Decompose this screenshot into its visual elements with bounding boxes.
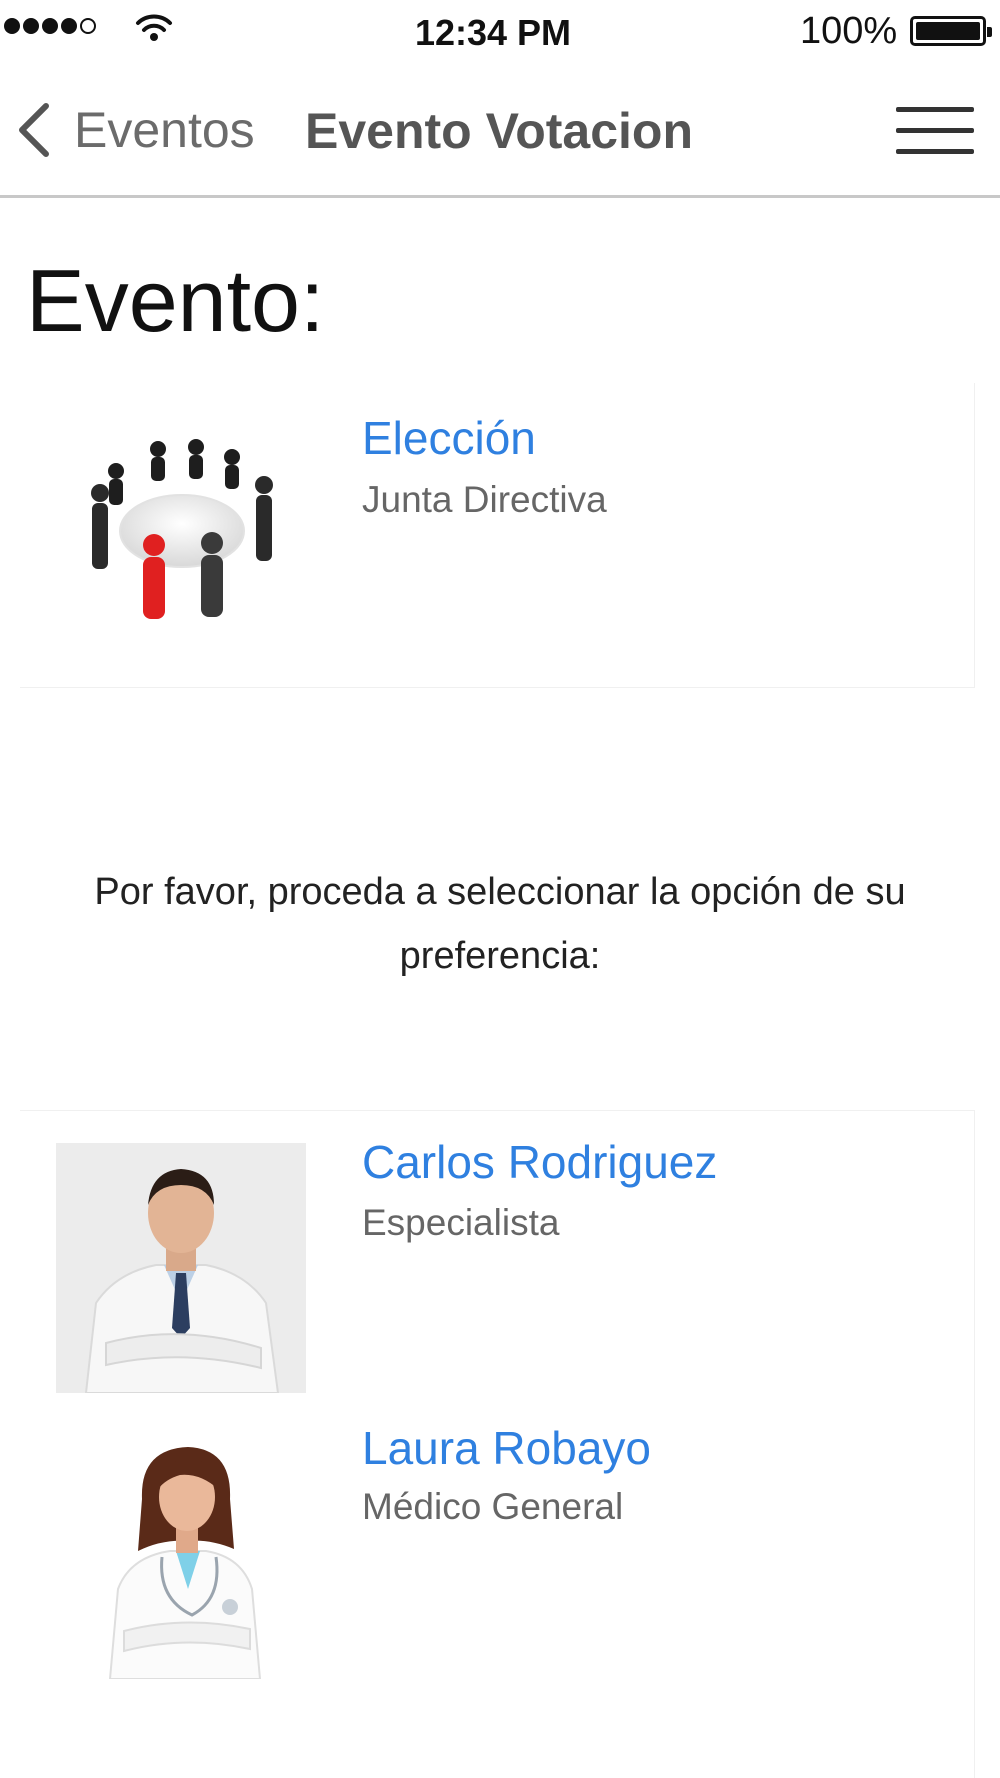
page-title: Evento Votacion — [305, 103, 694, 159]
back-button[interactable]: Eventos — [14, 100, 255, 160]
election-icon — [91, 439, 273, 619]
chevron-left-icon — [19, 103, 49, 157]
candidate-name: Laura Robayo — [362, 1422, 651, 1474]
candidate-photo — [108, 1447, 262, 1679]
candidate-role: Médico General — [362, 1486, 624, 1527]
candidate-item-carlos-rodriguez[interactable]: Carlos Rodriguez Especialista — [20, 1111, 975, 1421]
candidate-role: Especialista — [362, 1202, 560, 1243]
battery-percentage: 100% — [800, 10, 898, 52]
battery-icon — [910, 16, 992, 46]
candidate-photo — [56, 1143, 306, 1393]
candidate-item-laura-robayo[interactable]: Laura Robayo Médico General — [20, 1422, 975, 1741]
event-card[interactable]: Elección Junta Directiva — [20, 383, 975, 688]
candidate-list: Carlos Rodriguez Especialista Laura Roba… — [20, 1110, 975, 1778]
hamburger-menu-icon[interactable] — [896, 107, 974, 155]
instruction-text: Por favor, proceda a seleccionar la opci… — [94, 871, 906, 977]
event-title: Elección — [362, 412, 536, 464]
status-bar: 12:34 PM 100% — [0, 0, 1000, 62]
candidate-name: Carlos Rodriguez — [362, 1136, 718, 1188]
back-label: Eventos — [74, 102, 255, 158]
section-title: Evento: — [26, 251, 325, 350]
event-subtitle: Junta Directiva — [362, 479, 607, 520]
navigation-bar: Eventos Evento Votacion — [0, 62, 1000, 198]
